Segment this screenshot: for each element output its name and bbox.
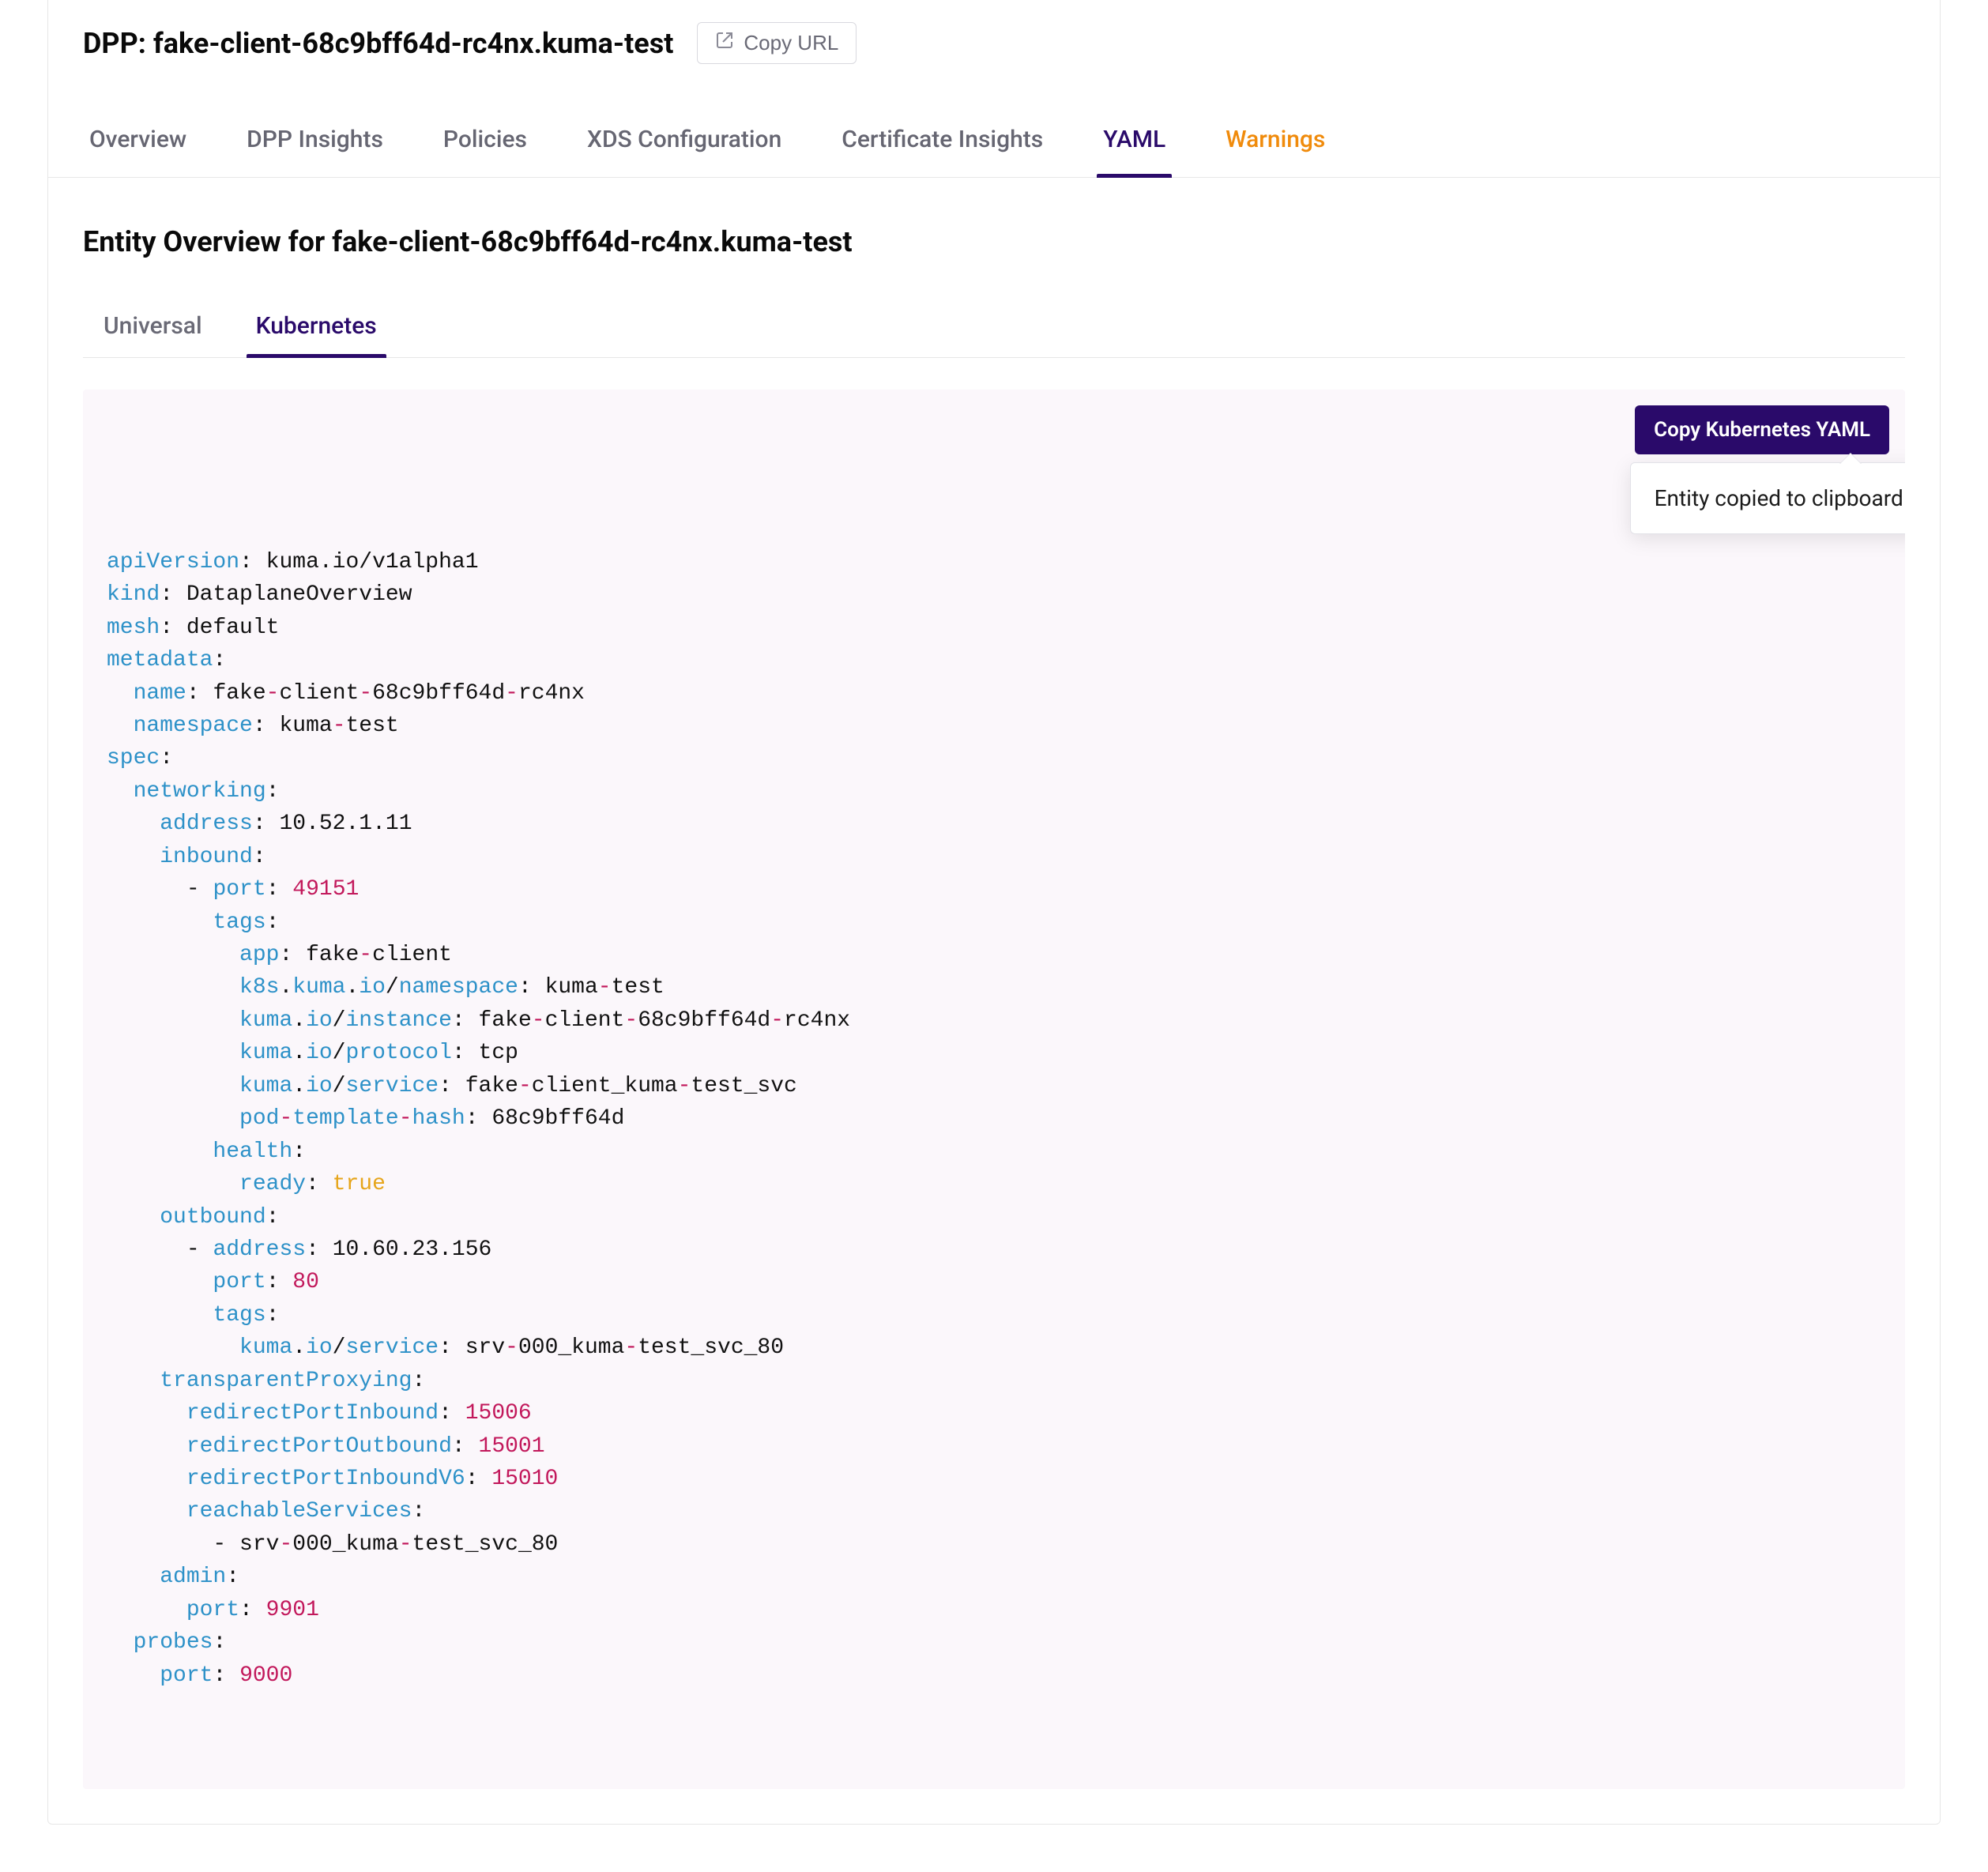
format-tabs: Universal Kubernetes (83, 298, 1905, 358)
page-title: DPP: fake-client-68c9bff64d-rc4nx.kuma-t… (83, 27, 673, 60)
subtab-universal[interactable]: Universal (100, 298, 205, 357)
copy-url-button[interactable]: Copy URL (697, 22, 857, 64)
tab-dpp-insights[interactable]: DPP Insights (240, 107, 390, 177)
entity-overview-title: Entity Overview for fake-client-68c9bff6… (83, 225, 1905, 258)
tab-overview[interactable]: Overview (83, 107, 193, 177)
subtab-kubernetes[interactable]: Kubernetes (253, 298, 380, 357)
copied-tooltip: Entity copied to clipboard! (1630, 462, 1905, 534)
main-tabs: Overview DPP Insights Policies XDS Configur… (48, 107, 1940, 178)
page-title-prefix: DPP: (83, 27, 153, 60)
tab-policies[interactable]: Policies (437, 107, 533, 177)
content-area: Entity Overview for fake-client-68c9bff6… (48, 178, 1940, 1824)
entity-title-name: fake-client-68c9bff64d-rc4nx.kuma-test (332, 225, 852, 258)
tab-yaml[interactable]: YAML (1097, 107, 1172, 177)
copy-url-label: Copy URL (744, 31, 838, 55)
page-title-name: fake-client-68c9bff64d-rc4nx.kuma-test (153, 27, 673, 60)
copy-kubernetes-yaml-button[interactable]: Copy Kubernetes YAML (1635, 405, 1889, 454)
dpp-panel: DPP: fake-client-68c9bff64d-rc4nx.kuma-t… (47, 0, 1941, 1825)
entity-title-prefix: Entity Overview for (83, 225, 332, 258)
panel-header: DPP: fake-client-68c9bff64d-rc4nx.kuma-t… (48, 0, 1940, 78)
yaml-code-block: Copy Kubernetes YAML Entity copied to cl… (83, 390, 1905, 1789)
tab-certificate-insights[interactable]: Certificate Insights (835, 107, 1049, 177)
tab-warnings[interactable]: Warnings (1219, 107, 1331, 177)
tab-xds-configuration[interactable]: XDS Configuration (581, 107, 788, 177)
yaml-content: apiVersion: kuma.io/v1alpha1 kind: Datap… (107, 546, 1881, 1692)
external-link-icon (715, 31, 734, 55)
